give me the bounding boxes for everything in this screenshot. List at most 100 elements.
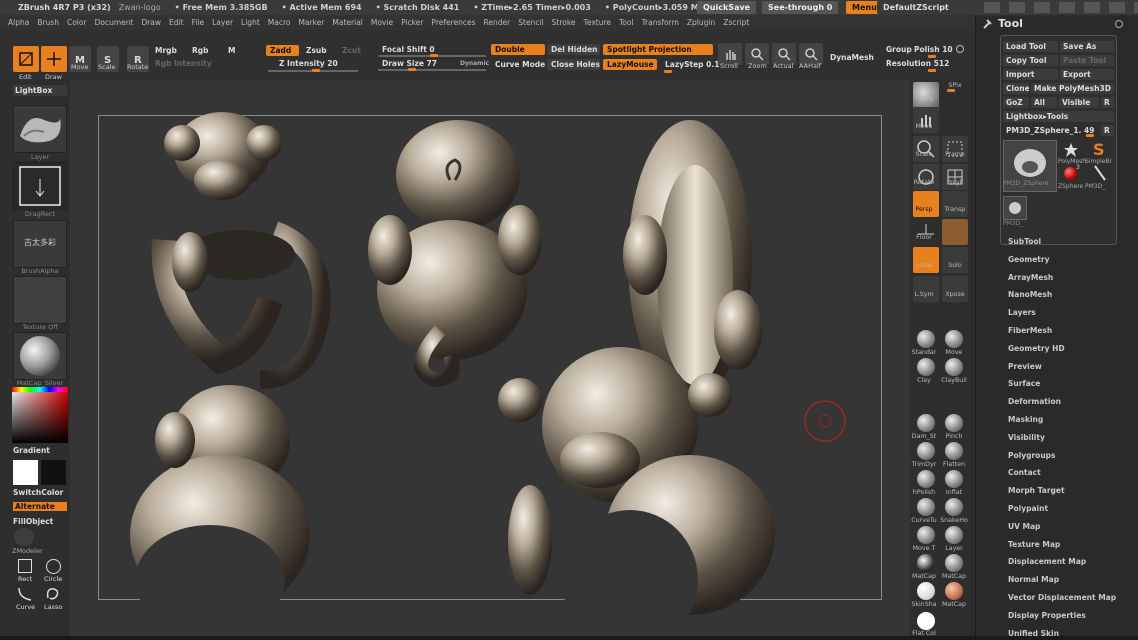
alpha-thumbnail[interactable]: 古太多彩: [13, 220, 67, 268]
local-button[interactable]: [913, 247, 939, 273]
lock-icon[interactable]: [1059, 2, 1075, 13]
zcut-button[interactable]: Zcut: [338, 45, 365, 56]
claybuildup-brush-icon[interactable]: [945, 358, 963, 376]
curve-mode-button[interactable]: Curve Mode: [491, 59, 545, 70]
circle-select-icon[interactable]: [46, 559, 61, 574]
see-through-slider[interactable]: See-through 0: [762, 1, 839, 14]
material-thumbnail[interactable]: [13, 332, 67, 380]
pm3d-small-thumbnail[interactable]: [1003, 196, 1027, 220]
double-button[interactable]: Double: [491, 44, 545, 55]
menu-color[interactable]: Color: [67, 18, 87, 27]
save-as-button[interactable]: Save As: [1060, 41, 1114, 52]
menu-zscript[interactable]: Zscript: [723, 18, 749, 27]
flatten-brush-icon[interactable]: [945, 442, 963, 460]
zadd-button[interactable]: Zadd: [266, 45, 299, 56]
mrgb-button[interactable]: Mrgb: [151, 45, 181, 56]
current-tool-slider[interactable]: PM3D_ZSphere_1. 49: [1003, 125, 1099, 136]
load-tool-button[interactable]: Load Tool: [1003, 41, 1058, 52]
menu-marker[interactable]: Marker: [298, 18, 324, 27]
resolution-knob[interactable]: [928, 69, 936, 72]
tool-menu-masking[interactable]: Masking: [1008, 415, 1043, 424]
tool-menu-visibility[interactable]: Visibility: [1008, 433, 1045, 442]
copy-tool-button[interactable]: Copy Tool: [1003, 55, 1058, 66]
menu-brush[interactable]: Brush: [37, 18, 59, 27]
rgb-intensity-slider[interactable]: Rgb Intensity: [151, 58, 216, 69]
tool-menu-layers[interactable]: Layers: [1008, 308, 1036, 317]
current-tool-knob[interactable]: [1086, 134, 1094, 137]
tool-menu-polygroups[interactable]: Polygroups: [1008, 451, 1056, 460]
menu-render[interactable]: Render: [484, 18, 511, 27]
bpr-button[interactable]: [913, 82, 939, 108]
scale-view-button[interactable]: [913, 136, 939, 162]
inflate-brush-icon[interactable]: [945, 470, 963, 488]
movetopological-brush-icon[interactable]: [917, 526, 935, 544]
main-color-swatch[interactable]: [13, 460, 38, 485]
spix-knob[interactable]: [947, 89, 955, 92]
color-picker[interactable]: [12, 387, 68, 443]
menu-material[interactable]: Material: [332, 18, 362, 27]
flatcolor-material-icon[interactable]: [917, 612, 935, 630]
tool-menu-display-properties[interactable]: Display Properties: [1008, 611, 1086, 620]
goz-button[interactable]: GoZ: [1003, 97, 1029, 108]
frame-button[interactable]: [942, 136, 968, 162]
m-button[interactable]: M: [224, 45, 239, 56]
clone-button[interactable]: Clone: [1003, 83, 1029, 94]
dynamesh-button[interactable]: DynaMesh: [826, 52, 878, 63]
goz-all-button[interactable]: All: [1031, 97, 1057, 108]
secondary-color-swatch[interactable]: [41, 460, 66, 485]
dynamic-toggle[interactable]: Dynamic: [456, 58, 493, 69]
floor-button[interactable]: [913, 219, 939, 245]
goz-visible-button[interactable]: Visible: [1059, 97, 1099, 108]
texture-thumbnail[interactable]: [13, 276, 67, 324]
lightbox-button[interactable]: LightBox: [13, 85, 67, 96]
layout-icon[interactable]: [984, 2, 1000, 13]
lazystep-slider[interactable]: LazyStep 0.1: [661, 59, 723, 70]
tool-menu-arraymesh[interactable]: ArrayMesh: [1008, 273, 1053, 282]
menu-texture[interactable]: Texture: [584, 18, 611, 27]
edit-button[interactable]: [13, 46, 39, 72]
menu-stroke[interactable]: Stroke: [552, 18, 576, 27]
maximize-icon[interactable]: [1109, 2, 1125, 13]
hpolish-brush-icon[interactable]: [917, 470, 935, 488]
polyf-button[interactable]: [942, 164, 968, 190]
draw-button[interactable]: [41, 46, 67, 72]
stroke-thumbnail[interactable]: [13, 162, 67, 210]
focal-shift-knob[interactable]: [430, 54, 438, 57]
xpose-button[interactable]: [942, 276, 968, 302]
gradient-button[interactable]: Gradient: [13, 446, 50, 455]
tool-menu-fibermesh[interactable]: FiberMesh: [1008, 326, 1052, 335]
tool-menu-texture-map[interactable]: Texture Map: [1008, 540, 1060, 549]
polish-slider[interactable]: Polish 10: [910, 44, 957, 55]
menu-stencil[interactable]: Stencil: [518, 18, 543, 27]
default-zscript-button[interactable]: DefaultZScript: [877, 1, 955, 14]
z-intensity-slider[interactable]: Z Intensity 20: [275, 58, 342, 69]
quicksave-button[interactable]: QuickSave: [697, 1, 757, 14]
tool-menu-surface[interactable]: Surface: [1008, 379, 1040, 388]
menu-light[interactable]: Light: [241, 18, 260, 27]
move-brush-icon[interactable]: [945, 330, 963, 348]
z-intensity-knob[interactable]: [312, 69, 320, 72]
tool-menu-uv-map[interactable]: UV Map: [1008, 522, 1040, 531]
menu-macro[interactable]: Macro: [268, 18, 291, 27]
import-button[interactable]: Import: [1003, 69, 1058, 80]
spotlight-projection-button[interactable]: Spotlight Projection: [603, 44, 713, 55]
menu-file[interactable]: File: [192, 18, 205, 27]
lasso-select-icon[interactable]: [44, 586, 62, 602]
matcap-gray-material-icon[interactable]: [945, 554, 963, 572]
tool-menu-deformation[interactable]: Deformation: [1008, 397, 1061, 406]
colors-icon[interactable]: [1009, 2, 1025, 13]
menu-edit[interactable]: Edit: [169, 18, 184, 27]
ghost-button[interactable]: [942, 219, 968, 245]
trimdynamic-brush-icon[interactable]: [917, 442, 935, 460]
rotate-view-button[interactable]: [913, 164, 939, 190]
menu-layer[interactable]: Layer: [212, 18, 233, 27]
tool-menu-geometry[interactable]: Geometry: [1008, 255, 1049, 264]
clay-brush-icon[interactable]: [917, 358, 935, 376]
snakehook-brush-icon[interactable]: [945, 498, 963, 516]
close-holes-button[interactable]: Close Holes: [547, 59, 600, 70]
dynamesh-options-icon[interactable]: [956, 45, 964, 53]
transp-button[interactable]: [942, 191, 968, 217]
fillobject-button[interactable]: FillObject: [13, 517, 53, 526]
persp-button[interactable]: [913, 191, 939, 217]
tool-menu-morph-target[interactable]: Morph Target: [1008, 486, 1065, 495]
